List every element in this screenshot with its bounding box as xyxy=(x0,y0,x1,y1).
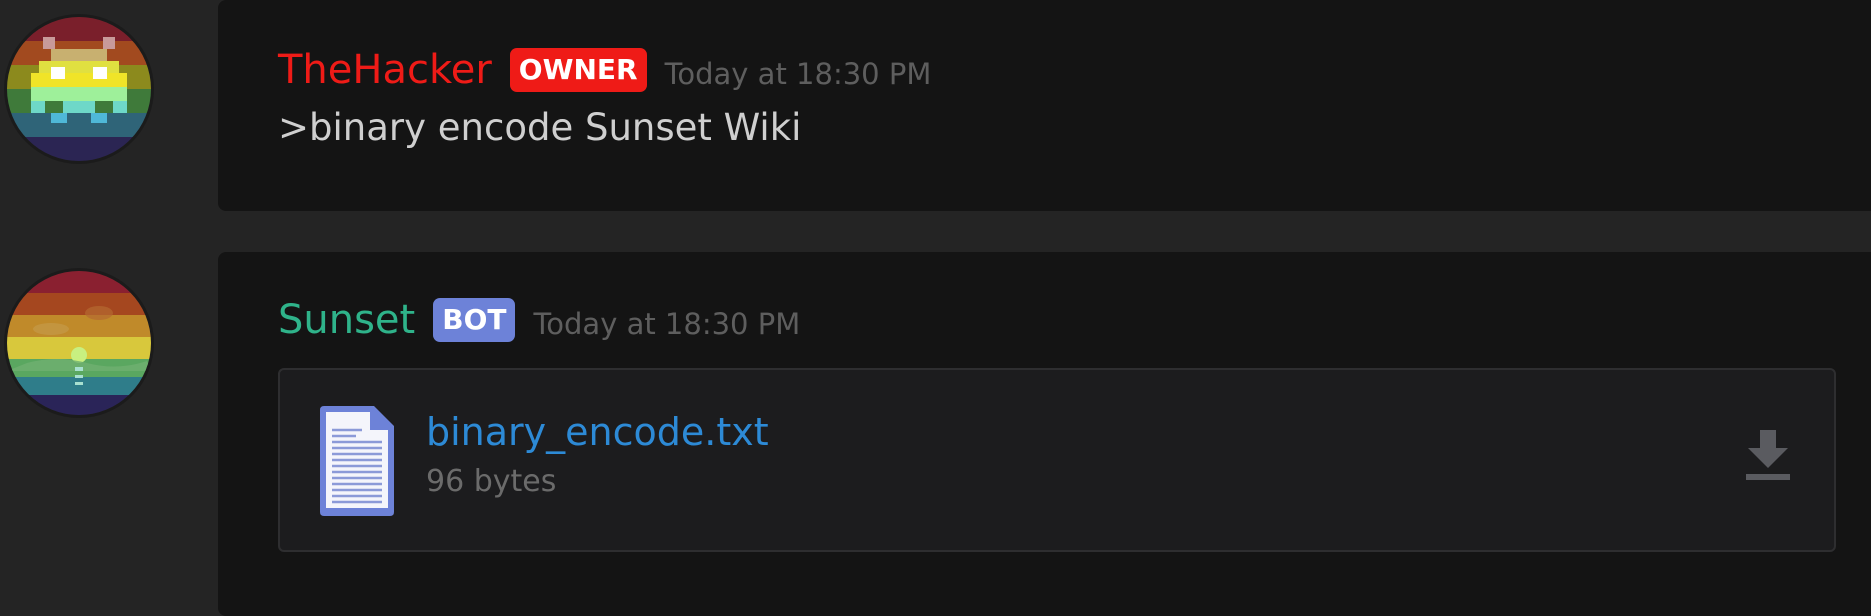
user-avatar-thehacker[interactable] xyxy=(4,14,154,164)
sunset-landscape-avatar-icon xyxy=(7,271,151,415)
message-thehacker: TheHacker OWNER Today at 18:30 PM >binar… xyxy=(218,0,1871,211)
username[interactable]: TheHacker xyxy=(278,46,492,94)
timestamp: Today at 18:30 PM xyxy=(664,57,932,91)
message-sunset: Sunset BOT Today at 18:30 PM binary_enco… xyxy=(218,252,1871,616)
file-name-link[interactable]: binary_encode.txt xyxy=(426,410,769,454)
username[interactable]: Sunset xyxy=(278,296,415,344)
download-icon[interactable] xyxy=(1746,428,1790,486)
message-content: >binary encode Sunset Wiki xyxy=(278,106,802,149)
bot-badge: BOT xyxy=(433,298,516,342)
message-header: Sunset BOT Today at 18:30 PM xyxy=(278,296,800,344)
file-attachment: binary_encode.txt 96 bytes xyxy=(278,368,1836,552)
owner-badge: OWNER xyxy=(509,48,647,92)
pixel-invader-avatar-icon xyxy=(7,17,151,161)
file-size: 96 bytes xyxy=(426,464,557,499)
text-document-icon xyxy=(316,404,396,522)
timestamp: Today at 18:30 PM xyxy=(533,307,801,341)
user-avatar-sunset[interactable] xyxy=(4,268,154,418)
message-header: TheHacker OWNER Today at 18:30 PM xyxy=(278,46,931,94)
